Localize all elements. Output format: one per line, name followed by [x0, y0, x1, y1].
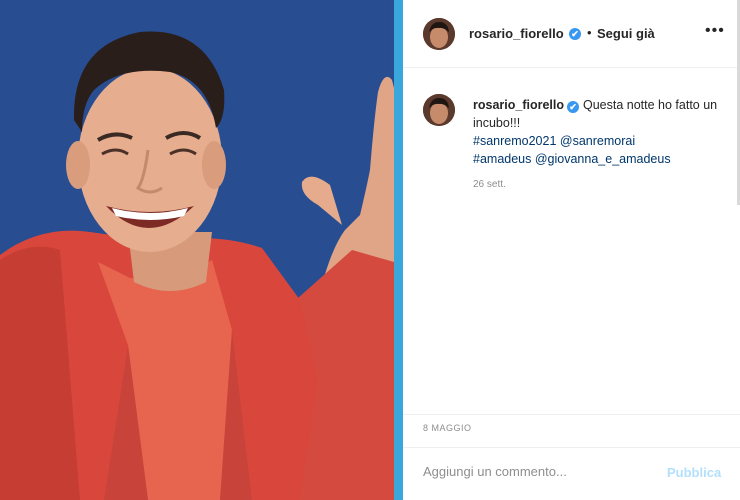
mention-link[interactable]: @giovanna_e_amadeus [535, 152, 671, 166]
caption-verified-icon: ✔ [567, 101, 579, 113]
section-divider [403, 414, 740, 415]
post-details-panel: rosario_fiorello ✔ • Segui già ••• rosar… [403, 0, 740, 500]
hashtag-link[interactable]: #sanremo2021 [473, 134, 556, 148]
avatar-icon [423, 94, 455, 126]
more-options-icon[interactable]: ••• [705, 22, 725, 40]
hashtag-link[interactable]: #amadeus [473, 152, 531, 166]
follow-status-button[interactable]: Segui già [597, 26, 655, 41]
caption-timestamp[interactable]: 26 sett. [473, 179, 506, 190]
post-photo[interactable] [0, 0, 394, 500]
caption-text: rosario_fiorello ✔ Questa notte ho fatto u… [473, 96, 723, 168]
post-photo-illustration [0, 0, 394, 500]
post-date[interactable]: 8 MAGGIO [423, 423, 472, 433]
comment-bar: Pubblica [403, 447, 740, 500]
post-author-username[interactable]: rosario_fiorello [469, 26, 564, 41]
publish-button[interactable]: Pubblica [667, 465, 721, 480]
verified-badge-icon: ✔ [569, 28, 581, 40]
comment-input[interactable] [423, 464, 643, 479]
photo-panel-divider [394, 0, 403, 500]
mention-link[interactable]: @sanremorai [560, 134, 635, 148]
post-header: rosario_fiorello ✔ • Segui già ••• [403, 0, 740, 68]
caption-avatar[interactable] [423, 94, 455, 126]
follow-separator: • [587, 25, 592, 40]
avatar-icon [423, 18, 455, 50]
avatar[interactable] [423, 18, 455, 50]
caption-username[interactable]: rosario_fiorello [473, 98, 564, 112]
